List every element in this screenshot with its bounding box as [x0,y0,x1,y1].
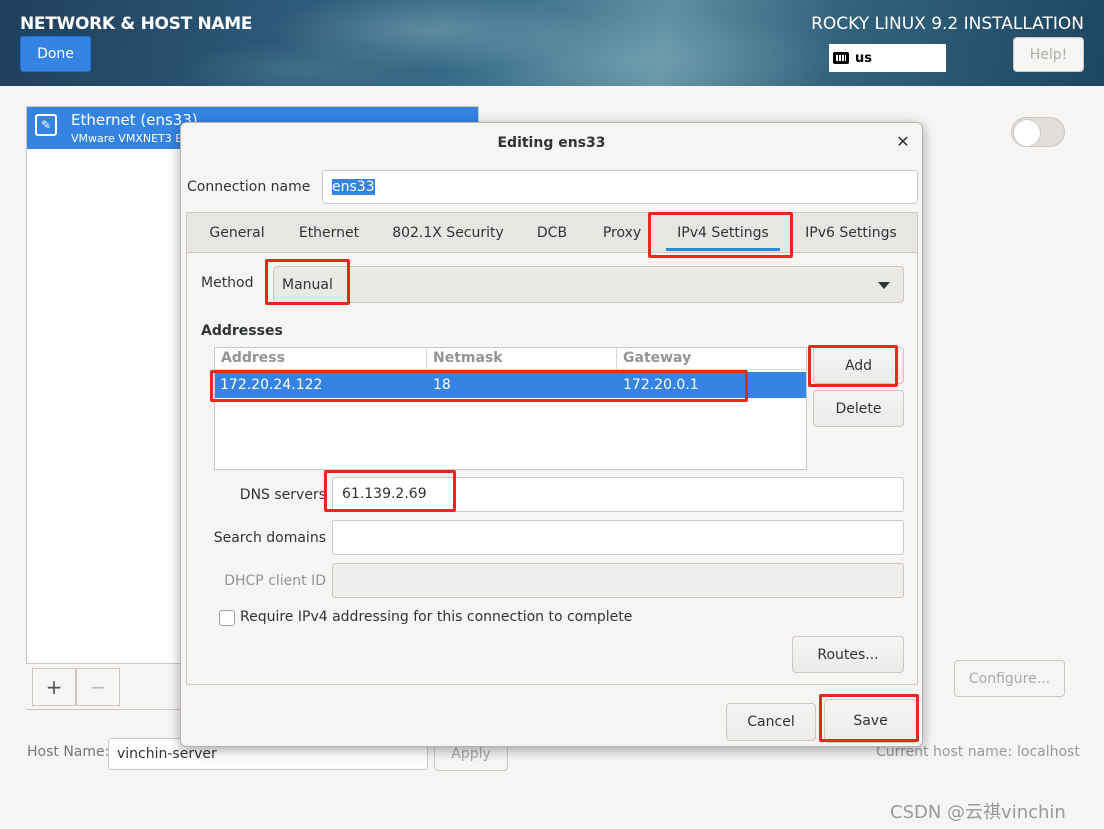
help-button[interactable]: Help! [1013,37,1084,72]
column-header-address[interactable]: Address [221,350,285,366]
dropdown-arrow-icon [878,282,890,289]
hostname-label: Host Name: [27,744,110,760]
method-dropdown[interactable]: Manual [273,266,904,303]
tab-dcb[interactable]: DCB [529,213,575,253]
device-description: VMware VMXNET3 E [71,132,183,145]
cancel-button[interactable]: Cancel [726,703,816,741]
search-domains-input[interactable] [332,520,904,555]
watermark-text: CSDN @云祺vinchin [890,802,1066,823]
current-hostname-value: localhost [1017,744,1080,760]
gateway-cell[interactable]: 172.20.0.1 [623,377,699,393]
edit-connection-dialog: Editing ens33 ✕ Connection name ens33 Ge… [180,122,923,747]
tab-ethernet[interactable]: Ethernet [291,213,367,253]
method-label: Method [201,275,254,291]
addresses-table: Address Netmask Gateway 172.20.24.122 18… [214,347,807,470]
netmask-cell[interactable]: 18 [433,377,451,393]
close-icon[interactable]: ✕ [892,131,914,153]
header-bar: NETWORK & HOST NAME Done ROCKY LINUX 9.2… [0,0,1104,86]
addresses-heading: Addresses [201,323,283,339]
spoke-title: NETWORK & HOST NAME [20,14,253,34]
tab-8021x-security[interactable]: 802.1X Security [385,213,511,253]
keyboard-layout-indicator[interactable]: us [829,44,946,72]
settings-notebook: General Ethernet 802.1X Security DCB Pro… [186,212,918,685]
dns-servers-input[interactable]: 61.139.2.69 [332,477,904,512]
save-button[interactable]: Save [824,699,917,743]
ethernet-cable-icon: ✎ [35,114,57,136]
addresses-table-header: Address Netmask Gateway [215,348,806,370]
column-header-netmask[interactable]: Netmask [433,350,503,366]
tab-general[interactable]: General [200,213,274,253]
dhcp-client-id-input [332,563,904,598]
table-row[interactable]: 172.20.24.122 18 172.20.0.1 [215,372,806,398]
dns-servers-label: DNS servers [239,487,326,503]
configure-button[interactable]: Configure... [954,660,1065,697]
delete-address-button[interactable]: Delete [813,390,904,427]
require-ipv4-checkbox[interactable] [219,610,235,626]
device-power-toggle[interactable] [1011,117,1065,147]
tab-bar: General Ethernet 802.1X Security DCB Pro… [187,213,917,253]
tab-proxy[interactable]: Proxy [594,213,650,253]
column-divider [616,348,617,370]
method-value: Manual [282,277,333,293]
installation-title: ROCKY LINUX 9.2 INSTALLATION [811,14,1084,34]
routes-button[interactable]: Routes... [792,636,904,673]
column-header-gateway[interactable]: Gateway [623,350,691,366]
connection-name-input[interactable]: ens33 [322,170,918,204]
keyboard-layout-label: us [855,50,872,66]
done-button[interactable]: Done [20,36,91,72]
column-divider [426,348,427,370]
remove-device-button[interactable]: − [76,668,120,706]
dhcp-client-id-label: DHCP client ID [224,573,326,589]
connection-name-value: ens33 [332,179,375,195]
device-name: Ethernet (ens33) [71,111,198,129]
dialog-title: Editing ens33 [497,135,606,151]
tab-ipv4-settings[interactable]: IPv4 Settings [654,213,792,253]
add-device-button[interactable]: + [32,668,76,706]
connection-name-label: Connection name [187,179,311,195]
require-ipv4-label[interactable]: Require IPv4 addressing for this connect… [240,609,632,625]
search-domains-label: Search domains [213,530,326,546]
tab-ipv6-settings[interactable]: IPv6 Settings [796,213,906,253]
add-address-button[interactable]: Add [813,347,904,384]
keyboard-icon [833,52,849,64]
address-cell[interactable]: 172.20.24.122 [220,377,322,393]
